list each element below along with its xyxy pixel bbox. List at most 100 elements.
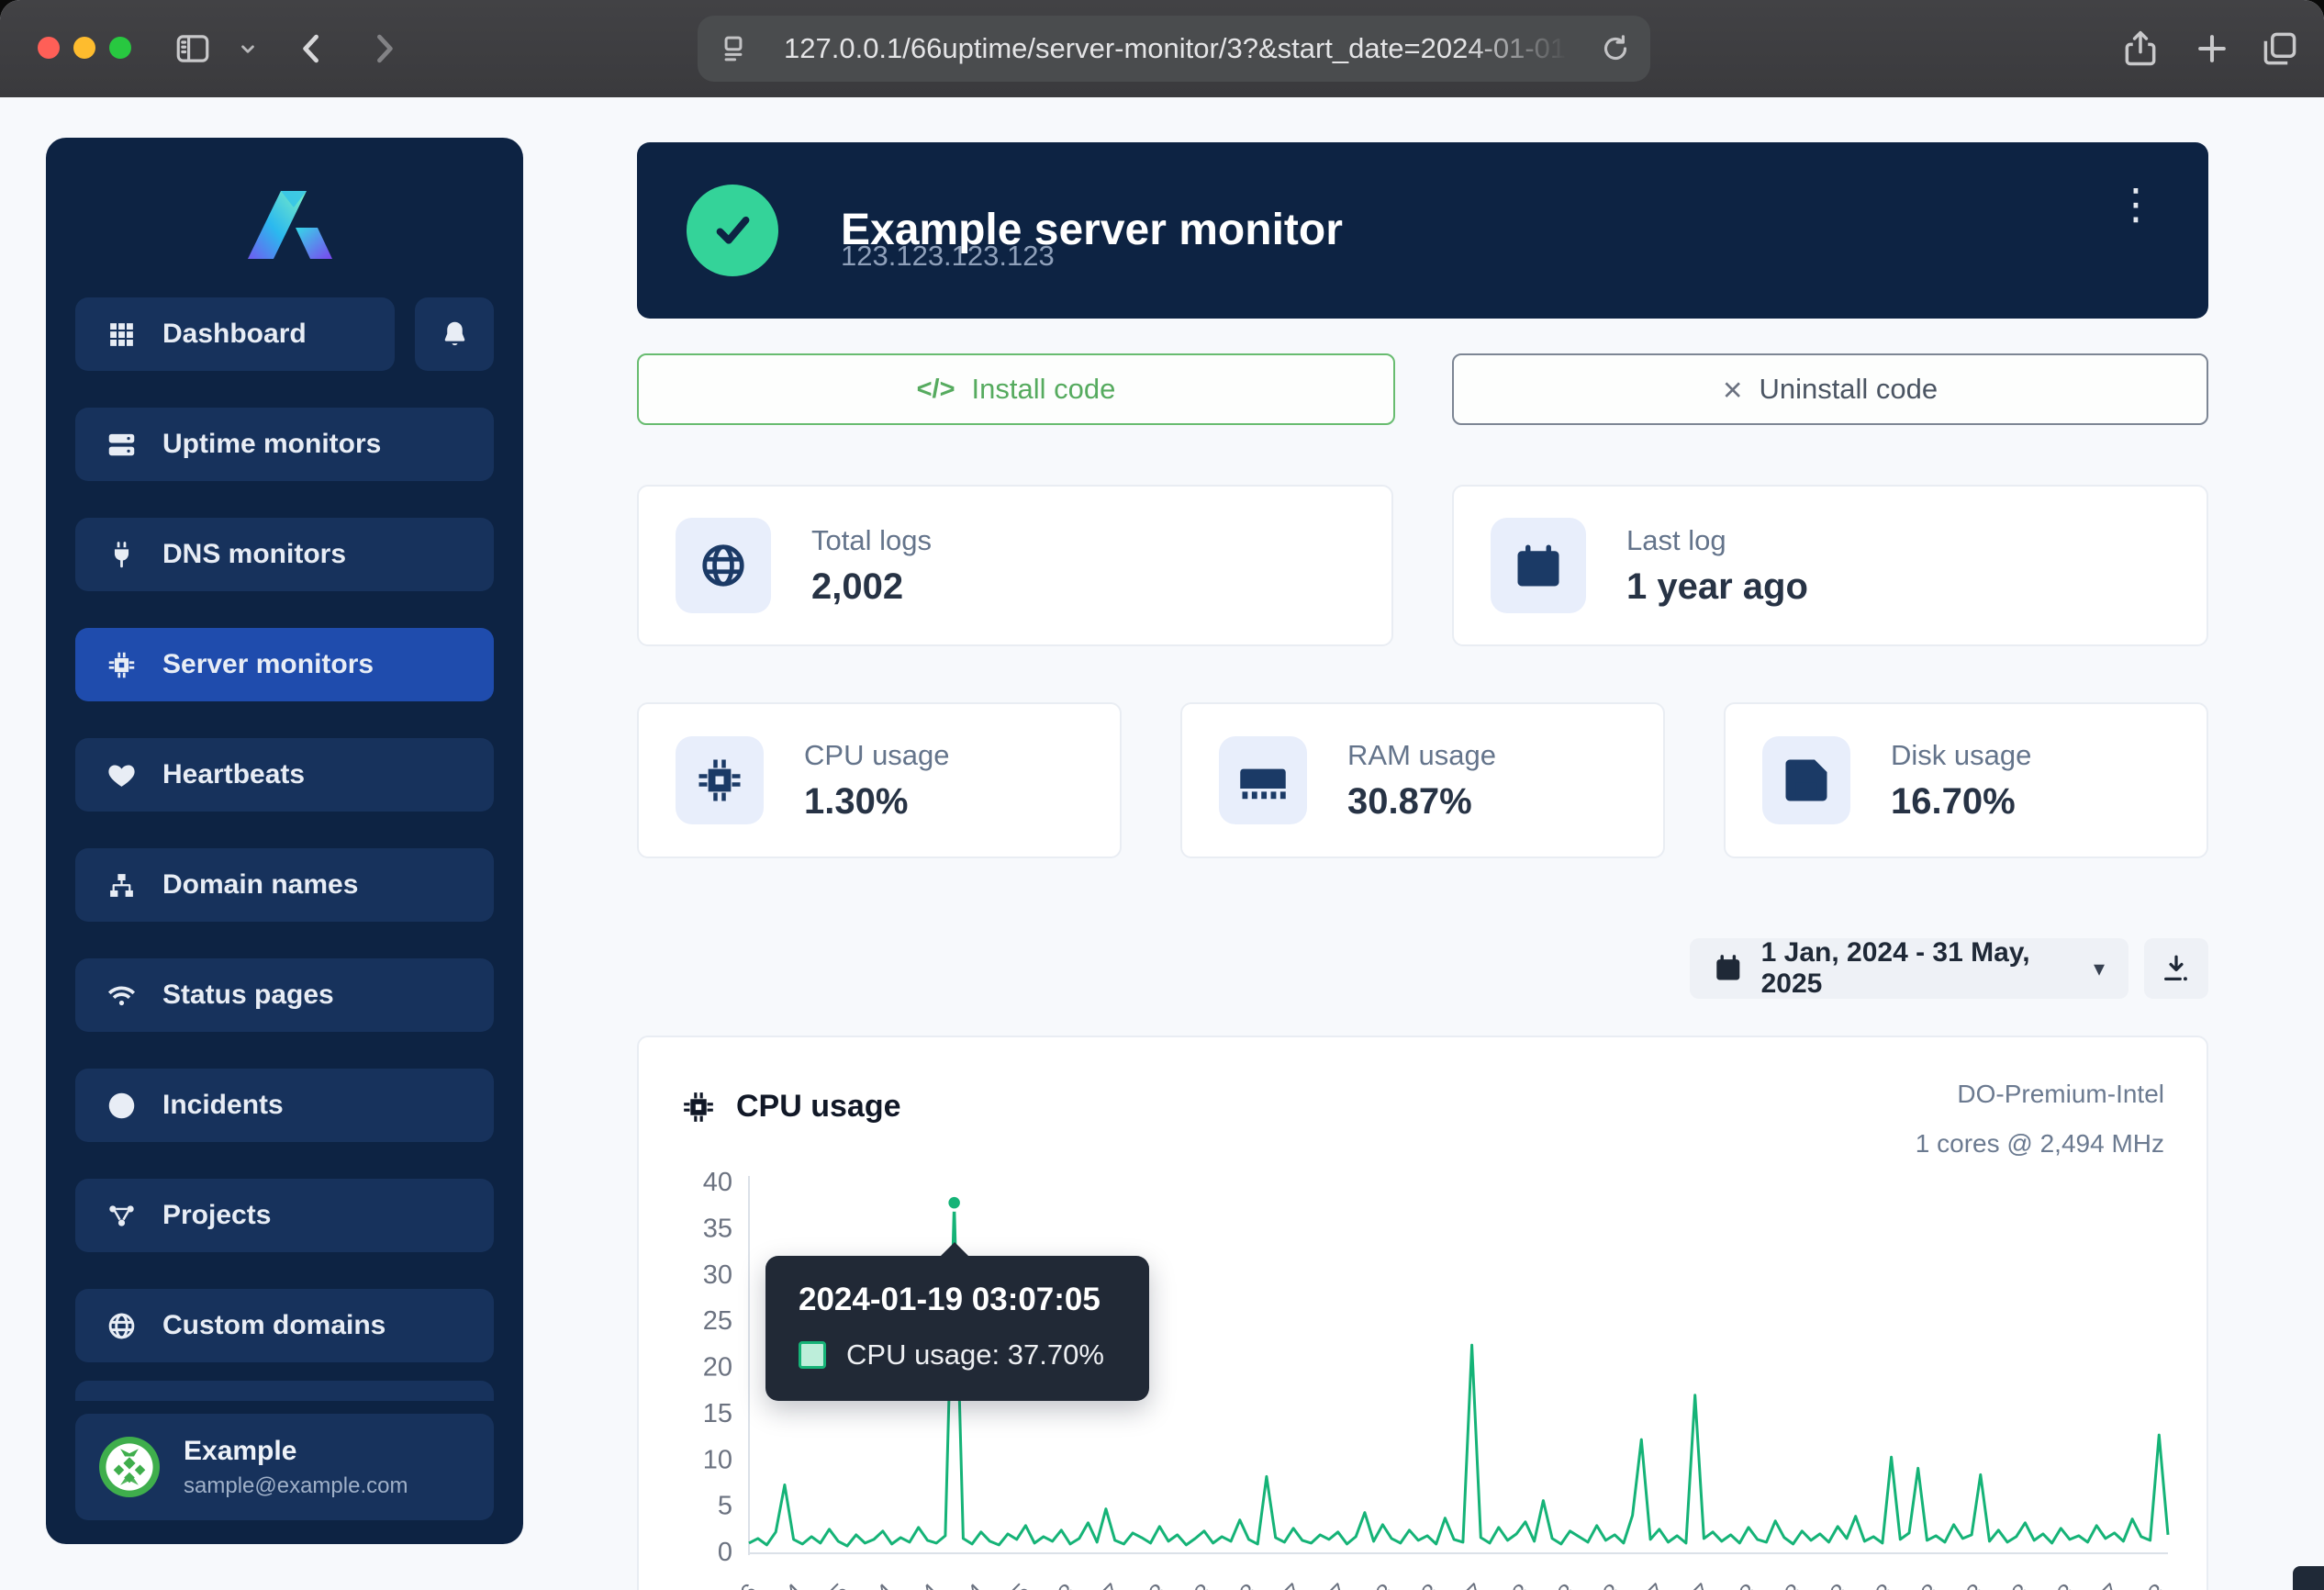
svg-text:24: 24	[907, 1578, 945, 1590]
sidebar-item-dashboard[interactable]: Dashboard	[75, 297, 395, 371]
window-close-button[interactable]	[38, 37, 60, 59]
sidebar-item-icon	[106, 1091, 137, 1121]
sidebar-item-label: Dashboard	[162, 319, 307, 350]
svg-text:27: 27	[1452, 1578, 1491, 1590]
caret-down-icon: ▾	[2094, 956, 2105, 982]
reader-icon[interactable]	[716, 31, 751, 66]
stat-icon-tile	[1219, 736, 1307, 824]
sidebar-item-label: Server monitors	[162, 649, 374, 680]
app-logo[interactable]	[75, 152, 494, 292]
svg-text:28: 28	[1134, 1578, 1172, 1590]
install-code-button[interactable]: </> Install code	[637, 353, 1395, 425]
sidebar-item-partial[interactable]	[75, 1381, 494, 1401]
sidebar-item-icon	[106, 430, 137, 460]
sidebar-item-incidents[interactable]: Incidents	[75, 1069, 494, 1142]
kebab-menu-button[interactable]: ⋮	[2115, 183, 2157, 225]
calendar-check-icon	[1514, 541, 1563, 590]
svg-text:28: 28	[1497, 1578, 1536, 1590]
window-minimize-button[interactable]	[73, 37, 95, 59]
stat-icon-tile	[1491, 518, 1586, 613]
close-icon: ×	[1723, 373, 1743, 407]
user-name: Example	[184, 1436, 408, 1467]
check-icon	[708, 206, 757, 255]
sidebar-item-label: Projects	[162, 1200, 271, 1231]
svg-text:28: 28	[1588, 1578, 1626, 1590]
code-icon: </>	[917, 375, 955, 405]
sidebar-item-label: Domain names	[162, 869, 358, 901]
stat-card-disk-usage: Disk usage 16.70%	[1724, 702, 2208, 858]
chip-icon	[695, 756, 744, 805]
sidebar-nav: Uptime monitors DNS monitors Server moni…	[75, 408, 494, 1362]
chart-tooltip: 2024-01-19 03:07:05 CPU usage: 37.70%	[765, 1256, 1149, 1401]
svg-text:28: 28	[1951, 1578, 1990, 1590]
sidebar-item-icon	[106, 870, 137, 901]
svg-text:27: 27	[1089, 1578, 1127, 1590]
sidebar-toggle-button[interactable]	[167, 26, 218, 72]
sidebar-item-icon	[106, 1311, 137, 1341]
stat-value: 1 year ago	[1626, 566, 1808, 608]
svg-text:28: 28	[1815, 1578, 1853, 1590]
stat-label: Disk usage	[1891, 739, 2031, 772]
svg-text:27: 27	[2087, 1578, 2126, 1590]
svg-text:20: 20	[703, 1353, 732, 1383]
svg-text:35: 35	[703, 1214, 732, 1243]
sidebar-item-heartbeats[interactable]: Heartbeats	[75, 738, 494, 812]
stat-card-total-logs: Total logs 2,002	[637, 485, 1393, 646]
stat-label: CPU usage	[804, 739, 950, 772]
stat-card-ram-usage: RAM usage 30.87%	[1180, 702, 1665, 858]
sidebar-item-label: Heartbeats	[162, 759, 305, 790]
svg-text:40: 40	[703, 1168, 732, 1197]
sidebar-item-uptime-monitors[interactable]: Uptime monitors	[75, 408, 494, 481]
sidebar-item-label: Uptime monitors	[162, 429, 381, 460]
browser-window: 127.0.0.1/66uptime/server-monitor/3?&sta…	[0, 0, 2324, 1590]
sidebar-item-custom-domains[interactable]: Custom domains	[75, 1289, 494, 1362]
status-ok-badge	[687, 185, 778, 276]
sidebar-item-server-monitors[interactable]: Server monitors	[75, 628, 494, 701]
svg-text:28: 28	[2133, 1578, 2172, 1590]
svg-text:28: 28	[1905, 1578, 1944, 1590]
svg-text:28: 28	[1542, 1578, 1581, 1590]
sidebar-item-dns-monitors[interactable]: DNS monitors	[75, 518, 494, 591]
svg-text:28: 28	[1224, 1578, 1263, 1590]
share-button[interactable]	[2115, 22, 2166, 75]
date-range-picker[interactable]: 1 Jan, 2024 - 31 May, 2025 ▾	[1690, 938, 2128, 999]
window-zoom-button[interactable]	[109, 37, 131, 59]
svg-text:15: 15	[703, 1399, 732, 1428]
sidebar-item-icon	[106, 1201, 137, 1231]
ram-icon	[1238, 756, 1288, 805]
svg-text:28: 28	[1724, 1578, 1762, 1590]
page-content: Dashboard Uptime monitors DNS monitors S…	[0, 97, 2324, 1590]
address-bar[interactable]: 127.0.0.1/66uptime/server-monitor/3?&sta…	[698, 16, 1650, 82]
tab-overview-button[interactable]	[2254, 22, 2306, 75]
series-swatch	[799, 1341, 826, 1369]
stat-label: RAM usage	[1347, 739, 1496, 772]
svg-text:30: 30	[703, 1260, 732, 1290]
uninstall-code-button[interactable]: × Uninstall code	[1452, 353, 2208, 425]
reload-icon[interactable]	[1599, 32, 1632, 65]
tooltip-timestamp: 2024-01-19 03:07:05	[799, 1282, 1149, 1318]
sidebar-item-status-pages[interactable]: Status pages	[75, 958, 494, 1032]
stat-icon-tile	[676, 518, 771, 613]
forward-button[interactable]	[360, 24, 408, 73]
browser-toolbar: 127.0.0.1/66uptime/server-monitor/3?&sta…	[0, 0, 2324, 98]
sidebar-item-label: Status pages	[162, 980, 334, 1011]
svg-text:28: 28	[1406, 1578, 1445, 1590]
stat-value: 2,002	[811, 566, 932, 608]
svg-text:25: 25	[816, 1578, 855, 1590]
new-tab-button[interactable]	[2186, 22, 2238, 75]
notifications-button[interactable]	[415, 297, 494, 371]
globe-icon	[698, 541, 748, 590]
stat-value: 1.30%	[804, 781, 950, 823]
svg-text:28: 28	[1179, 1578, 1218, 1590]
cpu-usage-chart-card: CPU usage DO-Premium-Intel 1 cores @ 2,4…	[637, 1036, 2208, 1590]
download-button[interactable]	[2144, 938, 2208, 999]
sidebar-item-icon	[106, 650, 137, 680]
sidebar-item-label: Incidents	[162, 1090, 284, 1121]
user-menu[interactable]: Example sample@example.com	[75, 1414, 494, 1520]
floating-button-partial[interactable]	[2293, 1566, 2324, 1590]
svg-text:27: 27	[1315, 1578, 1354, 1590]
chevron-down-icon[interactable]	[231, 35, 264, 62]
sidebar-item-projects[interactable]: Projects	[75, 1179, 494, 1252]
back-button[interactable]	[288, 24, 336, 73]
sidebar-item-domain-names[interactable]: Domain names	[75, 848, 494, 922]
